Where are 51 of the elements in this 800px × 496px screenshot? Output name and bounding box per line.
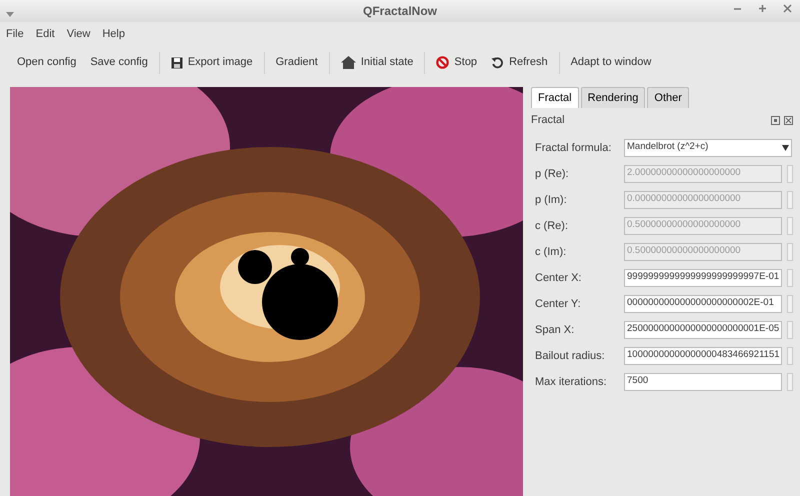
house-icon (340, 56, 356, 69)
tab[interactable]: Rendering (580, 86, 646, 108)
field-label: Center Y: (535, 296, 582, 310)
menu-item[interactable]: File (0, 26, 30, 42)
number-field[interactable]: 9999999999999999999999997E-01 (624, 268, 782, 286)
field-label: Fractal formula: (535, 140, 612, 154)
menu-item[interactable]: Help (96, 26, 131, 42)
number-field[interactable]: 2500000000000000000000001E-05 (624, 320, 782, 338)
field-label: c (Re): (535, 218, 569, 232)
refresh-icon (491, 56, 504, 69)
field-label: Bailout radius: (535, 348, 606, 362)
field-label: p (Im): (535, 192, 568, 206)
window-title: QFractalNow (362, 3, 437, 20)
spin-buttons[interactable] (787, 164, 793, 182)
spin-buttons[interactable] (787, 346, 793, 364)
menu-item[interactable]: Edit (30, 26, 61, 42)
spin-buttons[interactable] (787, 268, 793, 286)
spin-buttons[interactable] (787, 242, 793, 260)
spin-buttons[interactable] (787, 320, 793, 338)
field-label: p (Re): (535, 166, 570, 180)
toolbar-button[interactable]: Refresh (484, 52, 555, 73)
field-label: Span X: (535, 322, 576, 336)
toolbar-button[interactable]: Stop (429, 52, 484, 73)
window-menu-icon[interactable] (6, 12, 14, 18)
menu-item[interactable]: View (60, 26, 96, 42)
field-label: c (Im): (535, 244, 568, 258)
spin-buttons[interactable] (787, 190, 793, 208)
close-icon[interactable] (784, 116, 793, 125)
toolbar-button[interactable]: Gradient (268, 52, 325, 73)
maximize-icon[interactable] (758, 4, 767, 13)
tab[interactable]: Other (647, 86, 689, 108)
spin-buttons[interactable] (787, 294, 793, 312)
tab[interactable]: Fractal (531, 86, 579, 108)
number-field[interactable]: 10000000000000000483466921151 (624, 346, 782, 364)
close-icon[interactable] (783, 4, 792, 13)
number-field[interactable]: 7500 (624, 372, 782, 390)
toolbar-button[interactable]: Initial state (334, 52, 420, 73)
float-icon[interactable] (771, 116, 780, 125)
dropdown[interactable]: Mandelbrot (z^2+c) (624, 138, 792, 156)
toolbar-button[interactable]: Adapt to window (564, 52, 658, 73)
number-field[interactable]: 000000000000000000000002E-01 (624, 294, 782, 312)
spin-buttons[interactable] (787, 372, 793, 390)
toolbar-button[interactable]: Export image (164, 52, 260, 73)
panel-title: Fractal (531, 113, 565, 128)
field-label: Center X: (535, 270, 582, 284)
dropdown-arrow-icon (782, 144, 789, 150)
stop-icon (436, 56, 450, 69)
field-label: Max iterations: (535, 374, 608, 388)
toolbar-button[interactable]: Open config (10, 52, 84, 73)
toolbar-button[interactable]: Save config (83, 52, 155, 73)
spin-buttons[interactable] (787, 216, 793, 234)
